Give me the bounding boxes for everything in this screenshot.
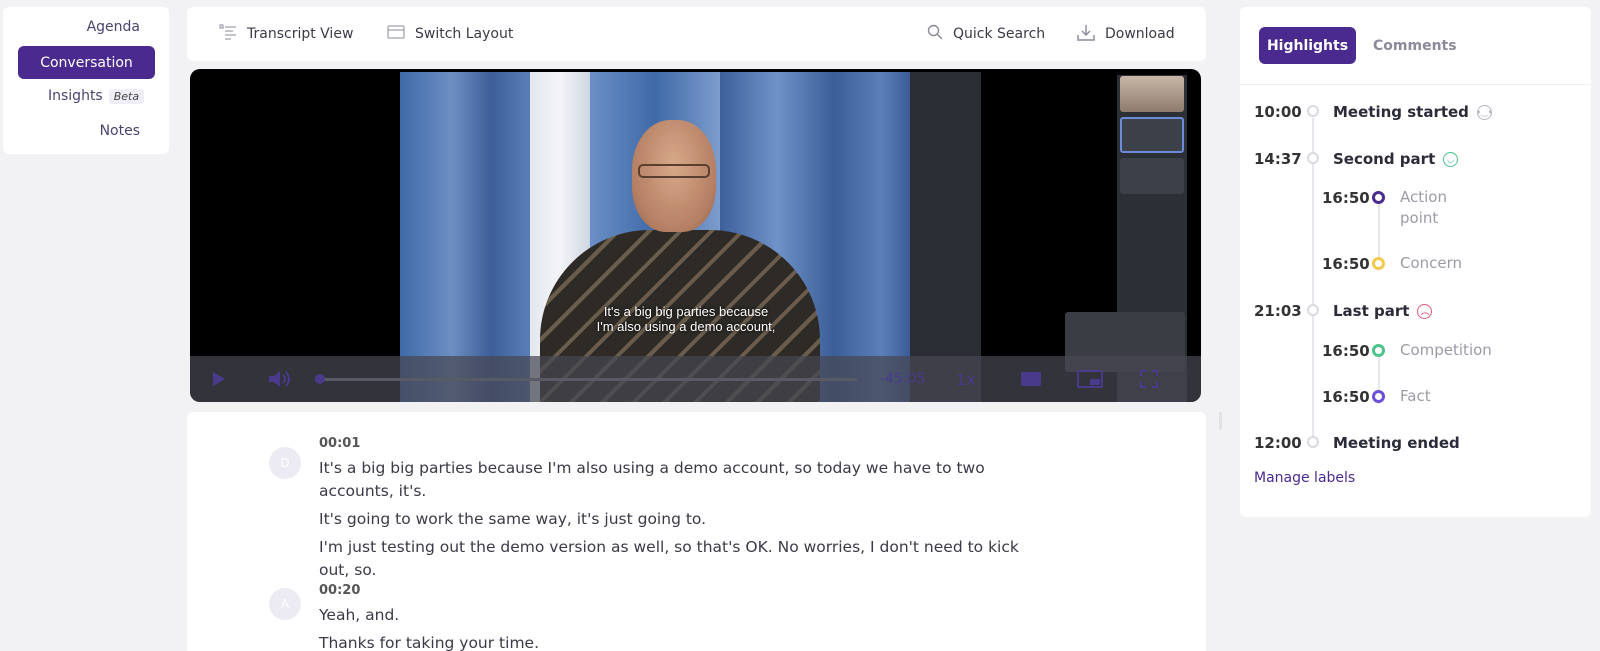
transcript-view-button[interactable]: Transcript View (219, 7, 353, 61)
avatar: D (269, 447, 301, 479)
sub-event-action-point[interactable]: Action point (1400, 187, 1447, 229)
participant-thumbnail (1120, 76, 1184, 112)
video-player[interactable]: It's a big big parties because I'm also … (190, 69, 1201, 402)
tab-highlights[interactable]: Highlights (1259, 27, 1356, 64)
event-time: 12:00 (1254, 434, 1302, 452)
panel-tabs: Highlights Comments (1240, 7, 1591, 85)
event-time: 14:37 (1254, 150, 1302, 168)
playback-speed[interactable]: 1x (956, 356, 976, 402)
progress-handle[interactable] (315, 374, 325, 384)
tab-comments[interactable]: Comments (1373, 27, 1457, 64)
dark-strip (910, 72, 981, 402)
event-last-part[interactable]: Last part ︵ (1333, 302, 1433, 320)
sub-event-dot (1372, 257, 1385, 270)
subtitle-line-1: It's a big big parties because (603, 304, 769, 319)
participant-thumbnail (1120, 158, 1184, 194)
beta-badge: Beta (108, 88, 145, 104)
volume-icon[interactable] (268, 356, 292, 402)
play-icon[interactable] (212, 356, 226, 402)
sub-event-dot (1372, 344, 1385, 357)
sub-event-time: 16:50 (1322, 189, 1370, 207)
transcript-icon (219, 24, 237, 44)
sad-face-icon: ︵ (1417, 303, 1433, 319)
left-nav: Agenda Conversation Insights Beta Notes (3, 7, 169, 154)
search-icon (927, 24, 943, 44)
nav-item-agenda[interactable]: Agenda (87, 19, 140, 35)
participant-thumbnail (1120, 117, 1184, 153)
timestamp[interactable]: 00:20 (319, 583, 360, 598)
captions-icon[interactable] (1020, 356, 1042, 402)
event-dot (1307, 436, 1319, 448)
progress-track[interactable] (317, 378, 857, 381)
sub-event-fact[interactable]: Fact (1400, 386, 1431, 407)
nav-item-insights-label: Insights (48, 88, 103, 104)
sub-event-time: 16:50 (1322, 255, 1370, 273)
transcript-line: Yeah, and. (319, 606, 400, 624)
sub-event-concern[interactable]: Concern (1400, 253, 1462, 274)
switch-layout-label: Switch Layout (415, 26, 514, 42)
fullscreen-icon[interactable] (1140, 356, 1158, 402)
event-meeting-started[interactable]: Meeting started •‿• (1333, 103, 1493, 121)
download-label: Download (1105, 26, 1175, 42)
event-dot (1307, 304, 1319, 316)
transcript-line: I'm just testing out the demo version as… (319, 538, 1019, 579)
video-subtitle: It's a big big parties because I'm also … (596, 304, 776, 334)
nav-item-conversation[interactable]: Conversation (18, 46, 155, 79)
nav-item-notes[interactable]: Notes (100, 123, 140, 139)
manage-labels-link[interactable]: Manage labels (1254, 470, 1355, 486)
happy-face-icon: ◡ (1443, 151, 1459, 167)
sub-event-label: Action (1400, 188, 1447, 206)
sub-event-competition[interactable]: Competition (1400, 340, 1492, 361)
time-remaining: -45:05 (880, 371, 926, 387)
event-dot (1307, 152, 1319, 164)
download-button[interactable]: Download (1077, 7, 1175, 61)
resize-handle[interactable] (1219, 412, 1222, 430)
subtitle-line-2: I'm also using a demo account, (596, 319, 776, 334)
timeline-line (1312, 118, 1314, 448)
quick-search-label: Quick Search (953, 26, 1046, 42)
event-second-part[interactable]: Second part ◡ (1333, 150, 1459, 168)
switch-layout-button[interactable]: Switch Layout (387, 7, 513, 61)
avatar: A (269, 588, 301, 620)
event-label: Second part (1333, 150, 1436, 168)
curtain-left (400, 72, 530, 402)
nav-item-insights[interactable]: Insights Beta (48, 88, 145, 104)
picture-in-picture-icon[interactable] (1077, 356, 1103, 402)
transcript-line: Thanks for taking your time. (319, 634, 540, 651)
transcript-panel: D 00:01 It's a big big parties because I… (187, 412, 1206, 651)
quick-search-button[interactable]: Quick Search (927, 7, 1045, 61)
transcript-line: It's going to work the same way, it's ju… (319, 510, 707, 528)
event-label: Meeting started (1333, 103, 1469, 121)
toolbar: Transcript View Switch Layout Quick Sear… (187, 7, 1206, 61)
event-meeting-ended[interactable]: Meeting ended (1333, 434, 1460, 452)
timestamp[interactable]: 00:01 (319, 436, 360, 451)
neutral-face-icon: •‿• (1476, 104, 1493, 120)
transcript-line: It's a big big parties because I'm also … (319, 459, 985, 500)
sub-event-dot (1372, 191, 1385, 204)
layout-icon (387, 25, 405, 43)
sub-event-time: 16:50 (1322, 388, 1370, 406)
sub-event-label: point (1400, 209, 1439, 227)
transcript-view-label: Transcript View (247, 26, 354, 42)
event-dot (1307, 105, 1319, 117)
event-label: Last part (1333, 302, 1410, 320)
download-icon (1077, 24, 1095, 45)
video-controls: -45:05 1x (190, 356, 1201, 402)
event-time: 10:00 (1254, 103, 1302, 121)
video-frame (400, 72, 1187, 402)
highlights-panel: Highlights Comments 10:00 Meeting starte… (1240, 7, 1591, 517)
event-time: 21:03 (1254, 302, 1302, 320)
sub-event-time: 16:50 (1322, 342, 1370, 360)
speaker-glasses (638, 164, 710, 178)
sub-event-dot (1372, 390, 1385, 403)
